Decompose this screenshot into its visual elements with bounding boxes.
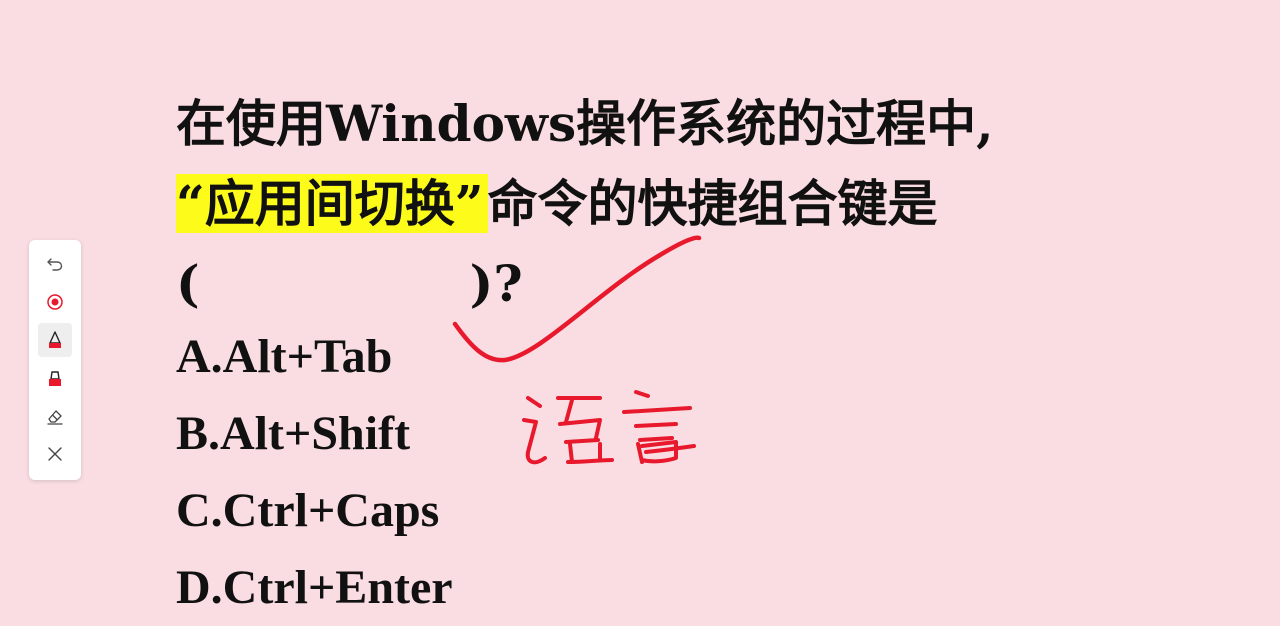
highlighted-term: “应用间切换” bbox=[176, 174, 488, 233]
blank-close-paren: )? bbox=[469, 254, 523, 313]
options-list: A.Alt+Tab B.Alt+Shift C.Ctrl+Caps D.Ctrl… bbox=[176, 318, 453, 626]
eraser-tool-button[interactable] bbox=[38, 399, 72, 433]
undo-icon bbox=[47, 258, 63, 271]
pen-tool-button[interactable] bbox=[38, 323, 72, 357]
record-button[interactable] bbox=[38, 285, 72, 319]
pen-icon bbox=[49, 331, 61, 348]
option-a: A.Alt+Tab bbox=[176, 330, 393, 383]
annotation-toolbar bbox=[29, 240, 81, 480]
option-b: B.Alt+Shift bbox=[176, 407, 411, 460]
handwritten-text bbox=[522, 390, 696, 465]
blank-open-paren: ( bbox=[176, 254, 200, 313]
highlighter-tool-button[interactable] bbox=[38, 361, 72, 395]
close-button[interactable] bbox=[38, 437, 72, 471]
question-line-2: “应用间切换”命令的快捷组合键是 bbox=[176, 164, 1136, 244]
option-c: C.Ctrl+Caps bbox=[176, 484, 440, 537]
undo-button[interactable] bbox=[38, 247, 72, 281]
option-d: D.Ctrl+Enter bbox=[176, 561, 453, 614]
answer-blank: ()? bbox=[176, 244, 1136, 324]
close-icon bbox=[48, 447, 62, 461]
highlighter-icon bbox=[49, 371, 61, 386]
record-icon bbox=[47, 294, 63, 310]
question-text: 在使用Windows操作系统的过程中, “应用间切换”命令的快捷组合键是 ()? bbox=[176, 84, 1136, 324]
eraser-icon bbox=[47, 410, 63, 425]
question-line-2-rest: 命令的快捷组合键是 bbox=[487, 174, 938, 233]
question-line-1: 在使用Windows操作系统的过程中, bbox=[176, 94, 994, 153]
